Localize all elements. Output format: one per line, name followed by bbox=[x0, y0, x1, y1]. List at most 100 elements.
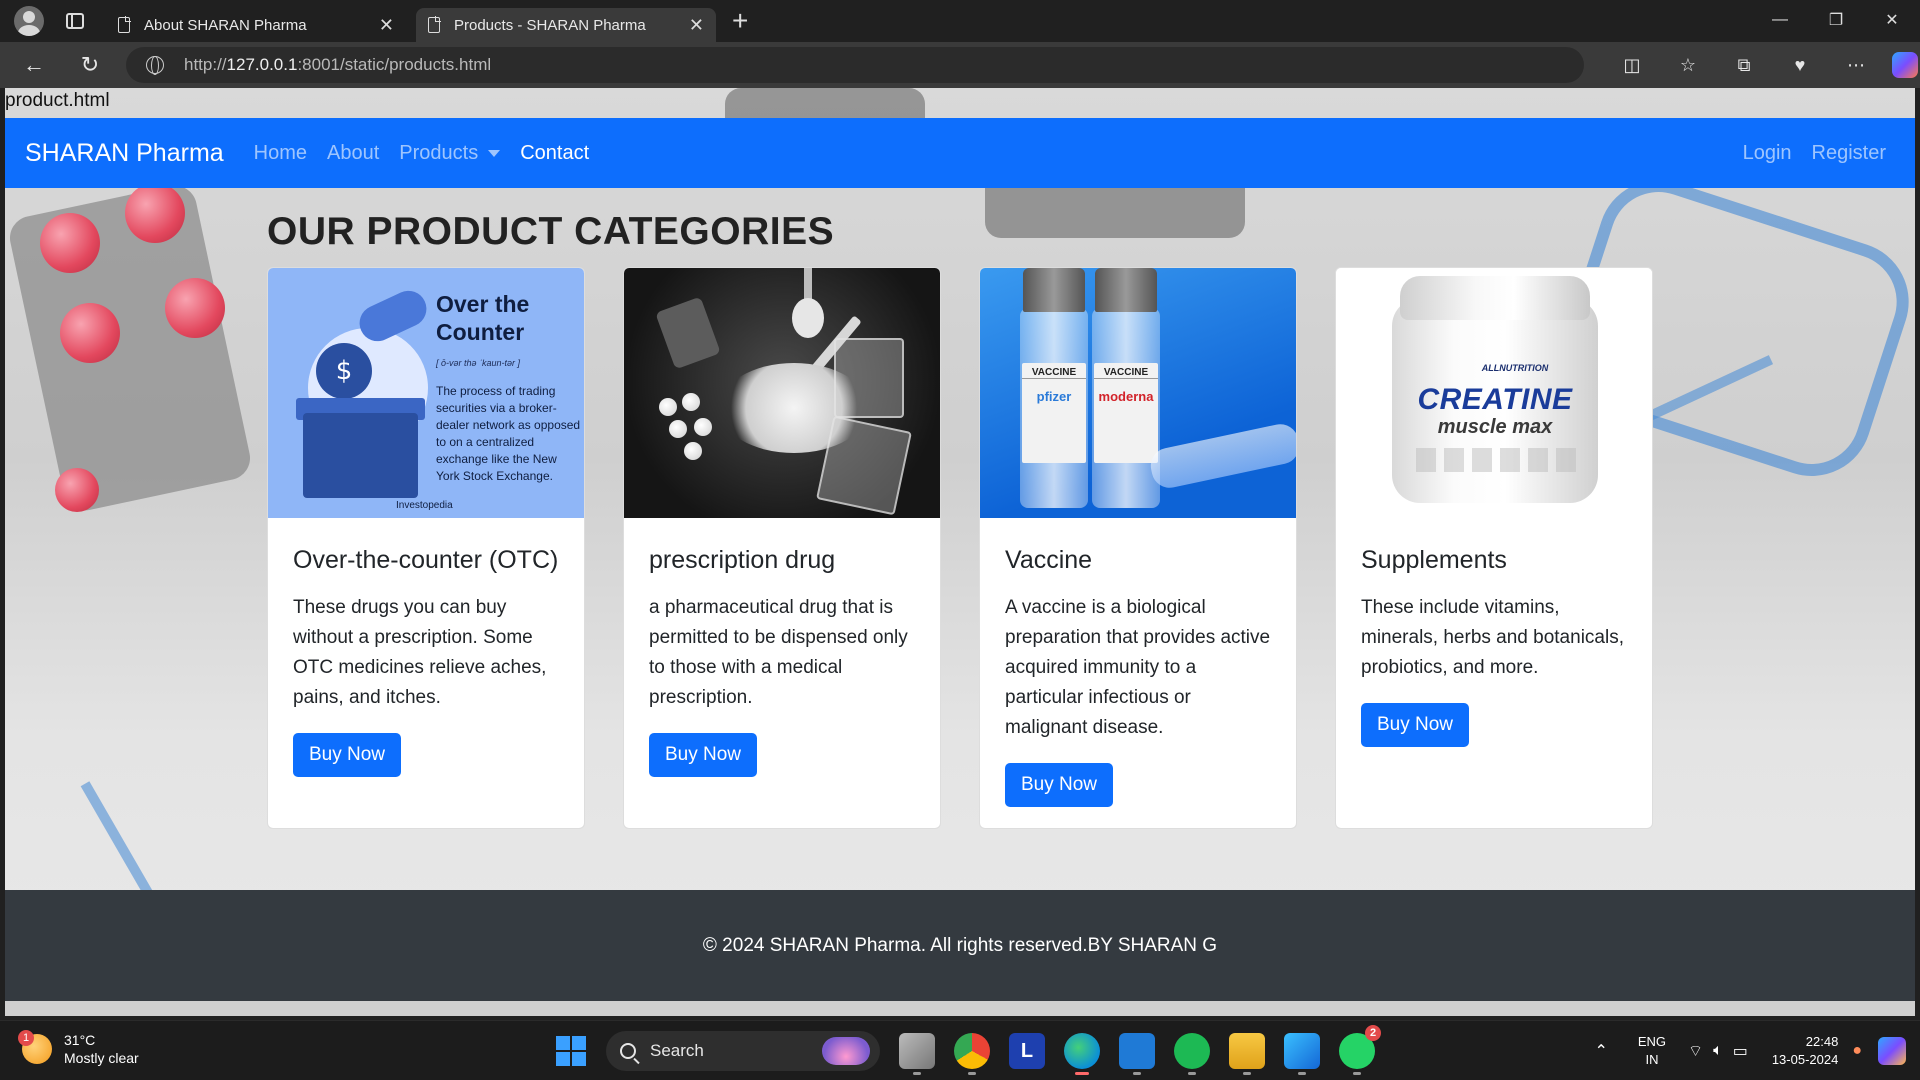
windows-start-icon[interactable] bbox=[556, 1036, 586, 1066]
language-indicator[interactable]: ENG IN bbox=[1638, 1033, 1666, 1069]
tab-about[interactable]: About SHARAN Pharma ✕ bbox=[106, 8, 406, 42]
card-body: Over-the-counter (OTC) These drugs you c… bbox=[293, 546, 563, 777]
tab-title: Products - SHARAN Pharma bbox=[454, 16, 646, 34]
back-icon[interactable]: ← bbox=[12, 52, 56, 78]
vscode-icon[interactable] bbox=[1119, 1033, 1155, 1075]
split-screen-icon[interactable]: ◫ bbox=[1604, 55, 1660, 76]
browser-toolbar: ◫ ☆ ⧉ ♥ ⋯ bbox=[1604, 55, 1884, 76]
card-body: Supplements These include vitamins, mine… bbox=[1361, 546, 1631, 747]
whatsapp-badge: 2 bbox=[1365, 1025, 1381, 1041]
background-pill bbox=[165, 278, 225, 338]
card-body: prescription drug a pharmaceutical drug … bbox=[649, 546, 919, 777]
tab-products[interactable]: Products - SHARAN Pharma ✕ bbox=[416, 8, 716, 42]
chrome-icon[interactable] bbox=[954, 1033, 990, 1075]
more-options-icon[interactable]: ⋯ bbox=[1828, 55, 1884, 76]
lang-line2: IN bbox=[1645, 1052, 1659, 1067]
address-bar-row: ← ↻ http://127.0.0.1:8001/static/product… bbox=[0, 42, 1920, 88]
url-input[interactable]: http://127.0.0.1:8001/static/products.ht… bbox=[126, 47, 1584, 83]
minimize-icon[interactable]: — bbox=[1752, 0, 1808, 40]
profile-avatar-icon[interactable] bbox=[14, 6, 44, 36]
buy-now-button[interactable]: Buy Now bbox=[293, 733, 402, 777]
nav-link-home[interactable]: Home bbox=[254, 142, 307, 165]
battery-icon[interactable]: ▭ bbox=[1733, 1041, 1748, 1061]
weather-text: 31°C Mostly clear bbox=[64, 1031, 139, 1067]
weather-widget[interactable]: 1 31°C Mostly clear bbox=[18, 1030, 139, 1067]
close-tab-icon[interactable]: ✕ bbox=[689, 15, 704, 36]
clock[interactable]: 22:48 13-05-2024 bbox=[1772, 1033, 1839, 1069]
lighter-shape bbox=[655, 296, 721, 370]
navbar-right: Login Register bbox=[1723, 118, 1915, 188]
background-pill bbox=[40, 213, 100, 273]
page-bottom-strip bbox=[5, 1001, 1915, 1016]
pill-shape bbox=[669, 420, 687, 438]
otc-image-brand: Investopedia bbox=[396, 500, 453, 511]
tab-actions-icon[interactable] bbox=[66, 13, 84, 29]
taskbar-search[interactable]: Search bbox=[606, 1031, 880, 1071]
otc-image-title: Over the Counter bbox=[436, 290, 529, 346]
favorites-icon[interactable]: ☆ bbox=[1660, 55, 1716, 76]
card-text: These include vitamins, minerals, herbs … bbox=[1361, 597, 1624, 678]
close-tab-icon[interactable]: ✕ bbox=[379, 15, 394, 36]
card-title: Supplements bbox=[1361, 546, 1507, 574]
taskbar-apps: Search L 2 bbox=[556, 1025, 1381, 1075]
copilot-taskbar-icon[interactable] bbox=[1878, 1037, 1906, 1065]
weather-temp: 31°C bbox=[64, 1032, 96, 1048]
notification-bell-icon[interactable]: ● bbox=[1852, 1042, 1862, 1060]
restore-icon[interactable]: ❐ bbox=[1808, 0, 1864, 40]
card-text: These drugs you can buy without a prescr… bbox=[293, 597, 547, 708]
vaccine-image: VACCINE pfizer VACCINE moderna bbox=[980, 268, 1296, 518]
tab-title: About SHARAN Pharma bbox=[144, 16, 307, 34]
refresh-icon[interactable]: ↻ bbox=[68, 52, 112, 78]
file-explorer-icon[interactable] bbox=[1229, 1033, 1265, 1075]
baggie-shape bbox=[834, 338, 904, 418]
money-bag-icon: $ bbox=[316, 343, 372, 399]
search-highlight-icon bbox=[822, 1037, 870, 1065]
pill-shape bbox=[694, 418, 712, 436]
buy-now-button[interactable]: Buy Now bbox=[649, 733, 758, 777]
background-pill bbox=[55, 468, 99, 512]
baggie-shape bbox=[816, 415, 912, 516]
task-view-icon[interactable] bbox=[899, 1033, 935, 1075]
copilot-icon[interactable] bbox=[1892, 52, 1918, 78]
page-icon bbox=[118, 16, 131, 33]
site-navbar: SHARAN Pharma Home About Products Contac… bbox=[5, 118, 1915, 188]
vial-label-moderna: VACCINE moderna bbox=[1094, 363, 1158, 463]
browser-essentials-icon[interactable]: ♥ bbox=[1772, 55, 1828, 76]
navbar-brand[interactable]: SHARAN Pharma bbox=[25, 139, 224, 168]
page-viewport: product.html SHARAN Pharma Home About Pr… bbox=[5, 88, 1915, 1016]
vial-cap bbox=[1095, 268, 1157, 312]
weather-icon: 1 bbox=[18, 1030, 52, 1064]
edge-icon[interactable] bbox=[1064, 1033, 1100, 1075]
weather-badge: 1 bbox=[18, 1030, 34, 1046]
show-hidden-icons-icon[interactable]: ⌃ bbox=[1594, 1041, 1607, 1061]
photos-icon[interactable] bbox=[1284, 1033, 1320, 1075]
new-tab-icon[interactable]: + bbox=[732, 7, 748, 35]
nav-link-login[interactable]: Login bbox=[1743, 142, 1792, 165]
nav-link-register[interactable]: Register bbox=[1812, 142, 1886, 165]
volume-icon[interactable]: 🔈︎ bbox=[1713, 1042, 1723, 1060]
vial-label-pfizer: VACCINE pfizer bbox=[1022, 363, 1086, 463]
supplements-image: ALLNUTRITION CREATINE muscle max bbox=[1336, 268, 1652, 518]
collections-icon[interactable]: ⧉ bbox=[1716, 55, 1772, 76]
spoon-shape bbox=[792, 298, 824, 338]
otc-image-title-line1: Over the bbox=[436, 291, 530, 317]
l-app-icon[interactable]: L bbox=[1009, 1033, 1045, 1069]
page-icon bbox=[428, 16, 441, 33]
nav-link-about[interactable]: About bbox=[327, 142, 379, 165]
background-pill bbox=[60, 303, 120, 363]
nav-dropdown-products[interactable]: Products bbox=[399, 142, 501, 165]
card-title: Vaccine bbox=[1005, 546, 1093, 574]
spotify-icon[interactable] bbox=[1174, 1033, 1210, 1075]
syringe-shape bbox=[1147, 420, 1296, 492]
whatsapp-icon[interactable]: 2 bbox=[1339, 1025, 1381, 1075]
close-window-icon[interactable]: ✕ bbox=[1864, 0, 1920, 40]
buy-now-button[interactable]: Buy Now bbox=[1005, 763, 1114, 807]
site-info-icon[interactable] bbox=[146, 56, 164, 75]
spoon-handle bbox=[804, 268, 812, 302]
wifi-icon[interactable]: ⌔ bbox=[1688, 1041, 1703, 1061]
card-title: Over-the-counter (OTC) bbox=[293, 546, 559, 574]
nav-link-contact[interactable]: Contact bbox=[520, 142, 589, 165]
background-pill bbox=[125, 183, 185, 243]
buy-now-button[interactable]: Buy Now bbox=[1361, 703, 1470, 747]
browser-tab-bar: About SHARAN Pharma ✕ Products - SHARAN … bbox=[0, 0, 1920, 42]
